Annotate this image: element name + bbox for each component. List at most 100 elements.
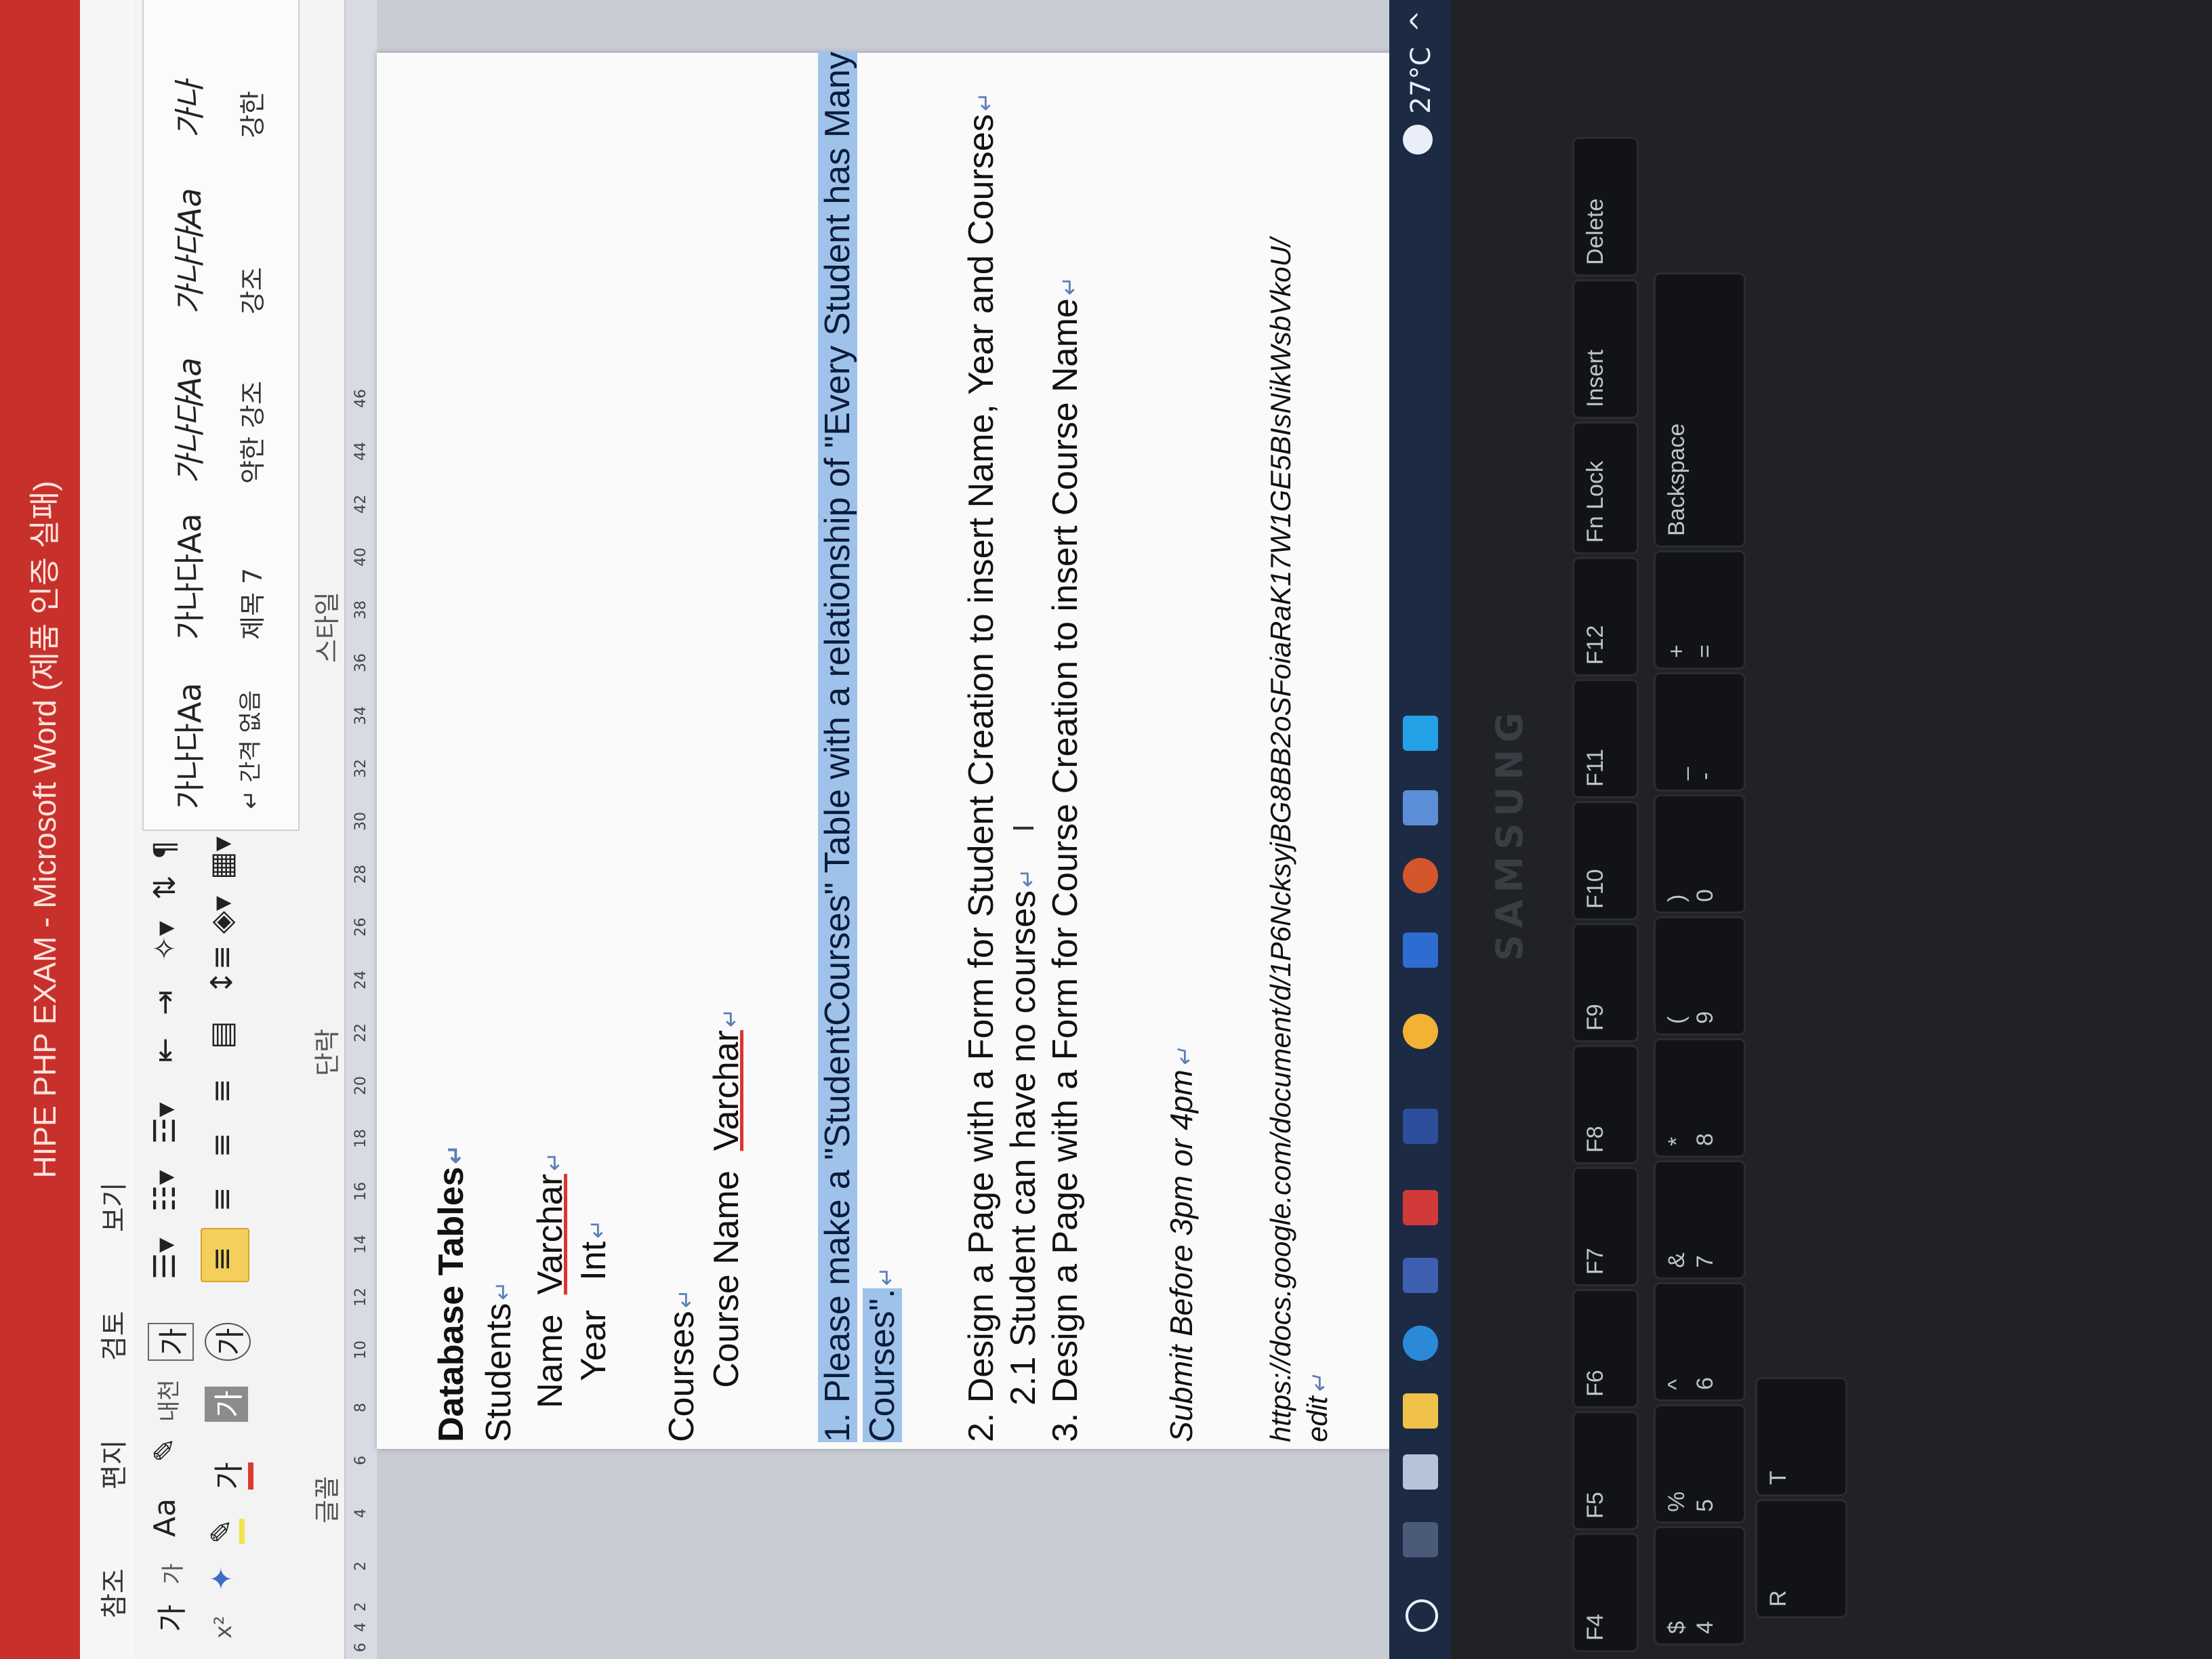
doc-link-line-2[interactable]: edit↵ [1301, 1374, 1334, 1442]
show-marks-button[interactable]: ¶ [148, 840, 182, 859]
borders-button[interactable]: ▦▾ [205, 836, 239, 880]
style-emphasis[interactable]: 가나다Aa 강조 [157, 188, 286, 314]
ruler-tick: 46 [352, 389, 369, 408]
decrease-indent-button[interactable]: ⇤ [148, 1038, 182, 1063]
widgets-icon[interactable] [1403, 1454, 1438, 1490]
laptop-screen: HIPE PHP EXAM - Microsoft Word (제품 인증 실패… [0, 0, 1450, 1659]
task-1-line-1: 1. Please make a "StudentCourses" Table … [817, 52, 858, 1442]
ruler-tick: 12 [352, 1288, 369, 1307]
tab-references[interactable]: 참조 [92, 1568, 131, 1618]
ruler-tick: 34 [352, 706, 369, 725]
doc-link-line-1[interactable]: https://docs.google.com/document/d/1P6Nc… [1265, 239, 1297, 1442]
title-bar: HIPE PHP EXAM - Microsoft Word (제품 인증 실패… [0, 0, 80, 1659]
key-label: F7 [1582, 1248, 1608, 1275]
font-group-label: 글꼴 [312, 1476, 342, 1523]
key-label: ^ [1664, 1379, 1689, 1390]
key-f5: F5 [1572, 1411, 1639, 1530]
courses-label-text: Courses [662, 1311, 701, 1442]
key-label: ) [1664, 894, 1689, 902]
style-heading-7[interactable]: 가나다Aa 제목 7 [157, 513, 286, 640]
key-label: Backspace [1664, 423, 1689, 536]
document-page[interactable]: Database Tables↵ Students↵ Name Varchar↵… [377, 52, 1450, 1449]
task-view-icon[interactable] [1403, 1522, 1438, 1557]
ruler-tick: 14 [352, 1235, 369, 1254]
font-shrink-button[interactable]: 가 [155, 1563, 188, 1584]
app-icon[interactable] [1403, 1109, 1438, 1144]
tab-mailings[interactable]: 편지 [92, 1439, 131, 1490]
key-label: F6 [1582, 1370, 1608, 1397]
increase-indent-button[interactable]: ⇥ [148, 990, 182, 1015]
char-border-button[interactable]: 가 [148, 1322, 194, 1361]
app-icon[interactable] [1403, 790, 1438, 825]
ruler-tick: 18 [352, 1129, 369, 1148]
superscript-button[interactable]: x² [210, 1616, 237, 1639]
ruler-tick: 26 [352, 918, 369, 937]
field-type: Int [574, 1241, 613, 1281]
app-icon[interactable] [1403, 858, 1438, 893]
key-8: * 8 [1654, 1038, 1746, 1158]
ruler-tick: 44 [352, 442, 369, 461]
ruler-tick: 40 [352, 548, 369, 567]
key-f9: F9 [1572, 923, 1639, 1042]
sort-button[interactable]: ⇅ [148, 875, 182, 900]
font-color-button[interactable]: 가 [205, 1462, 253, 1490]
paragraph-mark: ↵ [1057, 276, 1082, 296]
store-icon[interactable] [1403, 1258, 1438, 1293]
asian-layout-button[interactable]: ✧▾ [148, 921, 182, 961]
enclose-char-button[interactable]: 가 [205, 1322, 251, 1361]
paragraph-mark: ↵ [972, 91, 998, 112]
chevron-up-icon[interactable]: ^ [1406, 9, 1437, 33]
tab-review[interactable]: 검토 [92, 1311, 131, 1361]
word-icon[interactable] [1403, 933, 1438, 968]
doc-link-text[interactable]: edit [1301, 1396, 1333, 1442]
chrome-icon[interactable] [1403, 1014, 1438, 1049]
line-spacing-button[interactable]: ↕≡ [205, 945, 239, 995]
key-fn-lock: Fn Lock [1572, 422, 1639, 554]
change-case-button[interactable]: Aa [148, 1498, 182, 1537]
taskbar: 27°C ^ [1389, 0, 1450, 1659]
edge-browser-icon[interactable] [1403, 1326, 1438, 1361]
weather-icon[interactable] [1403, 125, 1433, 155]
paragraph-mark: ↵ [718, 1008, 743, 1028]
align-right-button[interactable]: ≡ [205, 1132, 239, 1158]
submit-note-text: Submit Before 3pm or 4pm [1164, 1069, 1199, 1442]
style-intense-emphasis[interactable]: 가나 강한 [157, 43, 286, 138]
phonetic-guide-button[interactable]: 내천 [150, 1379, 184, 1422]
search-icon[interactable] [1406, 1599, 1438, 1632]
distributed-button[interactable]: ▤ [205, 1021, 239, 1049]
clear-format-button[interactable]: ✎ [148, 1437, 182, 1462]
key-f7: F7 [1572, 1167, 1639, 1286]
style-no-spacing[interactable]: 가나다Aa ↵ 간격 없음 [157, 682, 286, 809]
key-label: & [1664, 1252, 1689, 1268]
key-6: ^ 6 [1654, 1282, 1746, 1401]
key-minus: _ - [1654, 672, 1746, 792]
brand-logo: SAMSUNG [1488, 705, 1531, 961]
shading-button[interactable]: ◈▾ [205, 896, 239, 934]
vscode-icon[interactable] [1403, 716, 1438, 751]
task-3-text: 3. Design a Page with a Form for Course … [1046, 298, 1085, 1442]
weather-temperature[interactable]: 27°C [1406, 47, 1437, 114]
tab-view[interactable]: 보기 [92, 1182, 131, 1232]
style-subtle-emphasis[interactable]: 가나다Aa 약한 강조 [157, 357, 286, 484]
doc-heading-text: Database Tables [432, 1166, 471, 1442]
key-label: Fn Lock [1582, 461, 1608, 543]
ruler[interactable]: 6 4 2 2 4 6 8 10 12 14 16 18 20 22 24 26… [346, 0, 377, 1659]
doc-link-text[interactable]: https://docs.google.com/document/d/1P6Nc… [1265, 239, 1296, 1442]
file-explorer-icon[interactable] [1403, 1393, 1438, 1429]
photo-stage: HIPE PHP EXAM - Microsoft Word (제품 인증 실패… [0, 0, 2212, 1659]
numbering-button[interactable]: ☷▾ [148, 1170, 182, 1212]
char-shading-button[interactable]: 가 [205, 1386, 248, 1422]
media-app-icon[interactable] [1403, 1190, 1438, 1225]
key-f6: F6 [1572, 1289, 1639, 1408]
align-center-button[interactable]: ≡ [205, 1187, 239, 1212]
bullets-button[interactable]: ☰▾ [148, 1237, 182, 1279]
font-grow-button[interactable]: 가 [148, 1605, 191, 1632]
paragraph-mark: ↵ [673, 1288, 699, 1309]
key-f12: F12 [1572, 557, 1639, 676]
multilevel-list-button[interactable]: ☲▾ [148, 1102, 182, 1144]
justify-button[interactable]: ≡ [205, 1078, 239, 1103]
highlight-color-button[interactable]: ✎ [205, 1519, 245, 1544]
style-name: 강조 [238, 267, 268, 314]
key-5: % 5 [1654, 1404, 1746, 1523]
text-effect-icon[interactable]: ✦ [205, 1566, 239, 1591]
